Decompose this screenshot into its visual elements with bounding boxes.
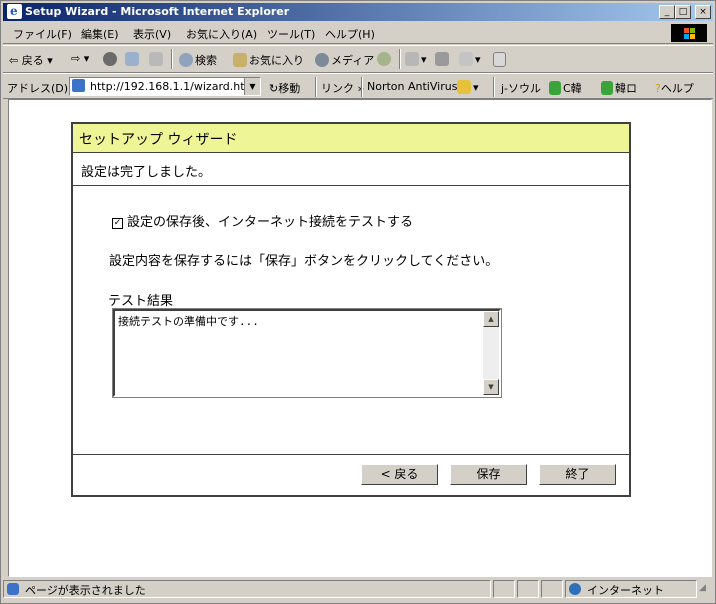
scroll-down-button[interactable]: ▼ xyxy=(483,379,499,395)
home-icon xyxy=(149,52,163,66)
status-panel xyxy=(541,580,563,598)
discuss-icon xyxy=(493,52,506,67)
setup-wizard-dialog: セットアップ ウィザード 設定は完了しました。 ✓ 設定の保存後、インターネット接… xyxy=(71,122,631,497)
toolbar-separator xyxy=(361,77,363,97)
menu-file[interactable]: ファイル(F) xyxy=(13,26,72,42)
favorites-toolbar-button[interactable]: お気に入り xyxy=(233,52,304,68)
refresh-button[interactable] xyxy=(125,52,141,66)
search-toolbar-button[interactable]: 検索 xyxy=(179,52,217,68)
forward-toolbar-button[interactable]: ⇨ ▾ xyxy=(71,52,89,65)
toolbar-separator xyxy=(493,77,495,97)
toolbar-separator xyxy=(315,77,317,97)
print-icon xyxy=(435,52,449,66)
save-instruction: 設定内容を保存するには「保存」ボタンをクリックしてください。 xyxy=(109,254,499,269)
link-jsoul[interactable]: j-ソウル xyxy=(501,80,541,96)
test-result-label: テスト結果 xyxy=(108,294,174,309)
link-icon xyxy=(601,81,613,95)
checkbox-label: 設定の保存後、インターネット接続をテストする xyxy=(127,215,414,230)
address-bar: アドレス(D) http://192.168.1.1/wizard.htm ▼ … xyxy=(3,73,713,99)
address-url: http://192.168.1.1/wizard.htm xyxy=(90,80,256,93)
edit-button[interactable]: ▾ xyxy=(459,52,481,66)
back-arrow-icon: ⇦ xyxy=(9,54,19,67)
status-text: ページが表示されました xyxy=(25,584,146,597)
zone-text: インターネット xyxy=(587,584,664,597)
search-icon xyxy=(179,53,193,67)
edit-icon xyxy=(459,52,473,66)
footer-divider xyxy=(73,454,629,455)
address-label: アドレス(D) xyxy=(7,82,69,95)
menu-tools[interactable]: ツール(T) xyxy=(267,26,315,42)
wizard-title: セットアップ ウィザード xyxy=(79,132,238,148)
link-c-korea[interactable]: C韓 xyxy=(549,80,582,96)
ie-logo-icon: e xyxy=(7,4,22,19)
maximize-button[interactable]: □ xyxy=(675,5,691,19)
back-button[interactable]: < 戻る xyxy=(361,464,438,485)
links-label[interactable]: リンク » xyxy=(321,80,364,96)
wizard-header: セットアップ ウィザード xyxy=(73,124,629,153)
link-icon xyxy=(549,81,561,95)
title-bar[interactable]: e Setup Wizard - Microsoft Internet Expl… xyxy=(3,3,713,21)
help-link[interactable]: ?ヘルプ xyxy=(655,80,694,96)
status-panel xyxy=(493,580,515,598)
media-icon xyxy=(315,53,329,67)
chevron-down-icon[interactable]: ▼ xyxy=(244,78,260,95)
menu-view[interactable]: 表示(V) xyxy=(133,26,171,42)
test-result-textarea[interactable]: 接続テストの準備中です... ▲ ▼ xyxy=(112,308,502,398)
scroll-up-button[interactable]: ▲ xyxy=(483,311,499,327)
test-connection-checkbox-row[interactable]: ✓ 設定の保存後、インターネット接続をテストする xyxy=(112,211,413,230)
wizard-subtitle: 設定は完了しました。 xyxy=(81,165,212,180)
link-korea-russia[interactable]: 韓ロ xyxy=(601,80,637,96)
status-panel xyxy=(517,580,539,598)
norton-menu-button[interactable]: ▾ xyxy=(457,80,479,94)
go-button[interactable]: ↻移動 xyxy=(269,80,300,96)
history-button[interactable] xyxy=(377,52,393,66)
page-content: セットアップ ウィザード 設定は完了しました。 ✓ 設定の保存後、インターネット接… xyxy=(8,99,712,577)
wizard-subheader: 設定は完了しました。 xyxy=(73,153,629,186)
mail-button[interactable]: ▾ xyxy=(405,52,427,66)
history-icon xyxy=(377,52,391,66)
mail-icon xyxy=(405,52,419,66)
close-button[interactable]: × xyxy=(695,5,711,19)
back-toolbar-button[interactable]: ⇦ 戻る ▾ xyxy=(9,52,53,68)
window-title: Setup Wizard - Microsoft Internet Explor… xyxy=(25,5,290,18)
test-result-text: 接続テストの準備中です... xyxy=(118,315,259,328)
discuss-button[interactable] xyxy=(493,52,508,67)
menu-bar: ファイル(F) 編集(E) 表示(V) お気に入り(A) ツール(T) ヘルプ(… xyxy=(3,23,713,44)
browser-window: e Setup Wizard - Microsoft Internet Expl… xyxy=(0,0,716,604)
status-bar: ページが表示されました インターネット ◢ xyxy=(3,579,713,599)
print-button[interactable] xyxy=(435,52,451,66)
page-icon xyxy=(72,79,86,93)
media-toolbar-button[interactable]: メディア xyxy=(315,52,374,68)
stop-button[interactable] xyxy=(103,52,119,66)
minimize-button[interactable]: _ xyxy=(659,5,675,19)
go-arrow-icon: ↻ xyxy=(269,82,279,95)
menu-help[interactable]: ヘルプ(H) xyxy=(325,26,375,42)
stop-icon xyxy=(103,52,117,66)
vertical-scrollbar[interactable]: ▲ ▼ xyxy=(483,311,499,395)
forward-arrow-icon: ⇨ ▾ xyxy=(71,52,90,65)
favorites-icon xyxy=(233,53,247,67)
address-input[interactable]: http://192.168.1.1/wizard.htm ▼ xyxy=(69,77,261,96)
toolbar-separator xyxy=(399,49,401,69)
status-page-icon xyxy=(7,582,21,595)
finish-button[interactable]: 終了 xyxy=(539,464,616,485)
toolbar-separator xyxy=(171,49,173,69)
windows-logo-icon xyxy=(671,24,707,42)
norton-icon xyxy=(457,80,471,94)
norton-antivirus-link[interactable]: Norton AntiVirus xyxy=(367,80,457,93)
menu-edit[interactable]: 編集(E) xyxy=(81,26,119,42)
resize-grip-icon[interactable]: ◢ xyxy=(699,583,706,593)
refresh-icon xyxy=(125,52,139,66)
globe-icon xyxy=(569,582,583,595)
test-connection-checkbox[interactable]: ✓ xyxy=(112,218,123,229)
standard-toolbar: ⇦ 戻る ▾ ⇨ ▾ 検索 お気に入り メディア ▾ ▾ xyxy=(3,45,713,73)
save-button[interactable]: 保存 xyxy=(450,464,527,485)
menu-favorites[interactable]: お気に入り(A) xyxy=(186,26,257,42)
home-button[interactable] xyxy=(149,52,165,66)
